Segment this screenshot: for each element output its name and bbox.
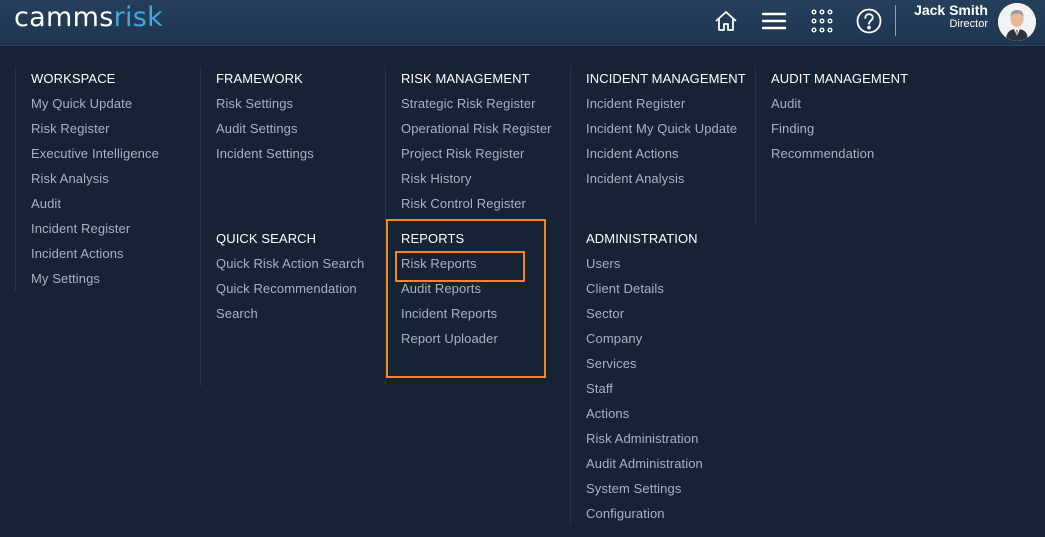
administration-title: ADMINISTRATION <box>586 231 698 246</box>
avatar[interactable] <box>998 3 1036 41</box>
framework-item-incident-settings[interactable]: Incident Settings <box>216 146 314 161</box>
audit-management-item-finding[interactable]: Finding <box>771 121 814 136</box>
administration-item-company[interactable]: Company <box>586 331 642 346</box>
incident-management-title: INCIDENT MANAGEMENT <box>586 71 746 86</box>
administration-item-sector[interactable]: Sector <box>586 306 624 321</box>
administration-item-audit-administration[interactable]: Audit Administration <box>586 456 703 471</box>
administration-item-configuration[interactable]: Configuration <box>586 506 665 521</box>
reports-item-report-uploader[interactable]: Report Uploader <box>401 331 498 346</box>
risk-management-title: RISK MANAGEMENT <box>401 71 530 86</box>
column-divider <box>15 66 16 291</box>
incident-management-item-analysis[interactable]: Incident Analysis <box>586 171 685 186</box>
quick-search-title: QUICK SEARCH <box>216 231 317 246</box>
framework-title: FRAMEWORK <box>216 71 303 86</box>
administration-item-risk-administration[interactable]: Risk Administration <box>586 431 698 446</box>
quick-search-item-search[interactable]: Search <box>216 306 258 321</box>
app-logo[interactable]: cammsrisk <box>14 3 163 33</box>
workspace-item-executive-intelligence[interactable]: Executive Intelligence <box>31 146 159 161</box>
home-icon[interactable] <box>712 7 740 35</box>
administration-item-actions[interactable]: Actions <box>586 406 629 421</box>
risk-management-item-history[interactable]: Risk History <box>401 171 472 186</box>
column-divider <box>755 66 756 226</box>
workspace-title: WORKSPACE <box>31 71 116 86</box>
column-divider <box>570 66 571 524</box>
audit-management-item-recommendation[interactable]: Recommendation <box>771 146 874 161</box>
top-bar: cammsrisk Jack Smith Director <box>0 0 1045 46</box>
user-role: Director <box>949 18 988 30</box>
apps-grid-icon[interactable] <box>808 7 836 35</box>
administration-item-staff[interactable]: Staff <box>586 381 613 396</box>
audit-management-item-audit[interactable]: Audit <box>771 96 801 111</box>
workspace-item-risk-analysis[interactable]: Risk Analysis <box>31 171 109 186</box>
framework-item-risk-settings[interactable]: Risk Settings <box>216 96 293 111</box>
administration-item-client-details[interactable]: Client Details <box>586 281 664 296</box>
risk-management-item-strategic[interactable]: Strategic Risk Register <box>401 96 536 111</box>
incident-management-item-register[interactable]: Incident Register <box>586 96 685 111</box>
administration-item-users[interactable]: Users <box>586 256 620 271</box>
reports-item-incident-reports[interactable]: Incident Reports <box>401 306 497 321</box>
menu-icon[interactable] <box>760 7 788 35</box>
quick-search-item-risk-action[interactable]: Quick Risk Action Search <box>216 256 364 271</box>
risk-management-item-control-register[interactable]: Risk Control Register <box>401 196 526 211</box>
workspace-item-audit[interactable]: Audit <box>31 196 61 211</box>
reports-item-risk-reports[interactable]: Risk Reports <box>401 256 477 271</box>
header-divider <box>895 5 896 36</box>
administration-item-services[interactable]: Services <box>586 356 637 371</box>
risk-management-item-project[interactable]: Project Risk Register <box>401 146 524 161</box>
help-icon[interactable] <box>855 7 883 35</box>
user-name[interactable]: Jack Smith <box>914 2 988 18</box>
logo-text-camms: camms <box>14 2 114 33</box>
workspace-item-incident-register[interactable]: Incident Register <box>31 221 130 236</box>
column-divider <box>200 66 201 386</box>
risk-management-item-operational[interactable]: Operational Risk Register <box>401 121 552 136</box>
administration-item-system-settings[interactable]: System Settings <box>586 481 681 496</box>
framework-item-audit-settings[interactable]: Audit Settings <box>216 121 298 136</box>
audit-management-title: AUDIT MANAGEMENT <box>771 71 909 86</box>
quick-search-item-recommendation[interactable]: Quick Recommendation <box>216 281 357 296</box>
incident-management-item-actions[interactable]: Incident Actions <box>586 146 679 161</box>
incident-management-item-quick-update[interactable]: Incident My Quick Update <box>586 121 737 136</box>
workspace-item-my-quick-update[interactable]: My Quick Update <box>31 96 132 111</box>
workspace-item-risk-register[interactable]: Risk Register <box>31 121 110 136</box>
logo-text-risk: risk <box>113 2 164 33</box>
workspace-item-incident-actions[interactable]: Incident Actions <box>31 246 124 261</box>
workspace-item-my-settings[interactable]: My Settings <box>31 271 100 286</box>
reports-title: REPORTS <box>401 231 465 246</box>
reports-item-audit-reports[interactable]: Audit Reports <box>401 281 481 296</box>
